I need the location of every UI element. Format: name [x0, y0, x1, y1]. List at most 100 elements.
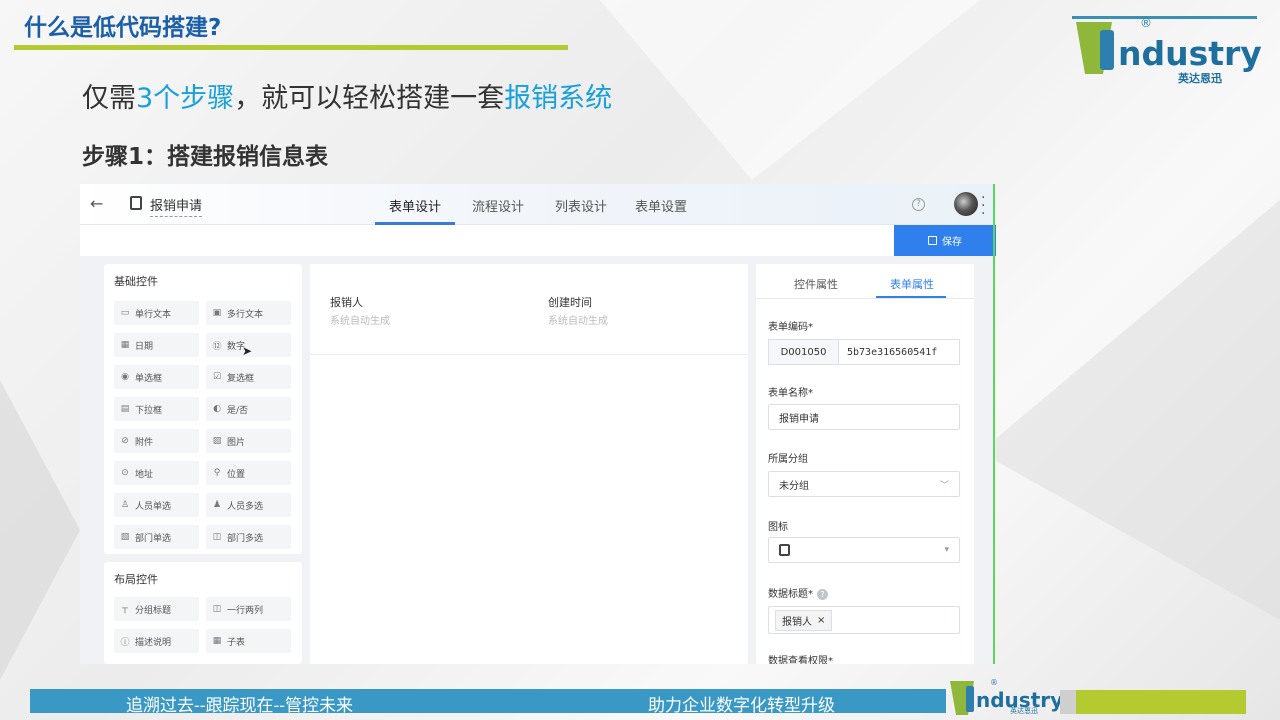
- control-dropdown[interactable]: ▤ 下拉框: [114, 397, 199, 421]
- tab-form-properties[interactable]: 表单属性: [890, 276, 934, 292]
- control-address[interactable]: ⊙ 地址: [114, 461, 199, 485]
- divider: [756, 298, 974, 299]
- control-user-single[interactable]: ♙ 人员单选: [114, 493, 199, 517]
- form-canvas[interactable]: 报销人 系统自动生成 创建时间 系统自动生成: [310, 264, 748, 664]
- save-label: 保存: [942, 237, 962, 248]
- logo-accent-line: [1072, 16, 1257, 19]
- form-icon: [130, 196, 142, 210]
- field-placeholder: 系统自动生成: [330, 316, 390, 327]
- help-icon[interactable]: ?: [817, 589, 828, 600]
- control-radio[interactable]: ◉ 单选框: [114, 365, 199, 389]
- calendar-icon: ▦: [120, 340, 130, 350]
- number-icon: ⑫: [212, 341, 222, 352]
- mouse-cursor-icon: ➤: [242, 344, 253, 358]
- app-name[interactable]: 报销申请: [150, 195, 203, 217]
- save-icon: [928, 236, 937, 245]
- control-description[interactable]: ⓘ 描述说明: [114, 629, 199, 653]
- control-multi-line-text[interactable]: ▣ 多行文本: [206, 301, 291, 325]
- field-label[interactable]: 报销人: [330, 294, 363, 310]
- control-two-columns[interactable]: ◫ 一行两列: [206, 597, 291, 621]
- tab-form-design[interactable]: 表单设计: [389, 196, 441, 215]
- active-tab-indicator: [876, 296, 946, 298]
- form-designer-screenshot: ← 报销申请 表单设计 流程设计 列表设计 表单设置 ? · · · 保存 基础控件…: [80, 184, 996, 664]
- footer-accent-green: [1076, 690, 1246, 714]
- control-date[interactable]: ▦ 日期: [114, 333, 199, 357]
- avatar[interactable]: [954, 192, 978, 216]
- control-user-multi[interactable]: ♟ 人员多选: [206, 493, 291, 517]
- field-label[interactable]: 创建时间: [548, 294, 592, 310]
- footer-slogan-right: 助力企业数字化转型升级: [648, 696, 835, 716]
- step-title: 步骤1：搭建报销信息表: [82, 144, 329, 170]
- control-label: 描述说明: [135, 637, 172, 648]
- control-label: 地址: [135, 469, 154, 480]
- control-label: 分组标题: [135, 605, 172, 616]
- paperclip-icon: ⊘: [121, 436, 129, 446]
- tab-flow-design[interactable]: 流程设计: [472, 196, 524, 215]
- footer-bar: 追溯过去--跟踪现在--管控未来 助力企业数字化转型升级: [30, 689, 946, 716]
- control-label: 单行文本: [135, 309, 172, 320]
- form-code-field[interactable]: 5b73e316560541f: [838, 339, 960, 365]
- text-field-icon: ▭: [120, 308, 130, 318]
- form-code-label: 表单编码*: [768, 322, 813, 333]
- footer-accent-gray: [1060, 690, 1076, 714]
- form-code-prefix: D001050: [768, 339, 838, 365]
- control-yes-no[interactable]: ◐ 是/否: [206, 397, 291, 421]
- control-dept-single[interactable]: ▧ 部门单选: [114, 525, 199, 549]
- title-underline: [14, 45, 568, 50]
- close-icon[interactable]: ×: [817, 615, 825, 626]
- control-label: 日期: [135, 341, 154, 352]
- basic-controls-title: 基础控件: [114, 275, 158, 288]
- control-image[interactable]: ▨ 图片: [206, 429, 291, 453]
- form-icon: [779, 544, 790, 556]
- control-attachment[interactable]: ⊘ 附件: [114, 429, 199, 453]
- info-icon: ⓘ: [120, 637, 130, 648]
- layout-controls-title: 布局控件: [114, 573, 158, 586]
- control-group-title[interactable]: ┬ 分组标题: [114, 597, 199, 621]
- users-icon: ♟: [212, 500, 222, 510]
- logo-wordmark: ndustry: [1118, 34, 1262, 73]
- control-single-line-text[interactable]: ▭ 单行文本: [114, 301, 199, 325]
- data-title-label: 数据标题*?: [768, 585, 828, 600]
- group-select[interactable]: 未分组 ﹀: [768, 471, 960, 497]
- tab-list-design[interactable]: 列表设计: [555, 196, 607, 215]
- data-title-tag[interactable]: 报销人 ×: [775, 609, 833, 631]
- group-label: 所属分组: [768, 454, 808, 465]
- tab-form-settings[interactable]: 表单设置: [635, 196, 687, 215]
- dropdown-icon: ▤: [120, 404, 130, 414]
- view-permission-label: 数据查看权限*: [768, 656, 833, 664]
- footer-logo-chinese-name: 英达恩迅: [1010, 707, 1038, 715]
- control-label: 是/否: [227, 405, 249, 416]
- background-shard: [600, 0, 980, 180]
- form-name-field[interactable]: 报销申请: [768, 404, 960, 430]
- subtitle-highlight: 3个步骤: [136, 83, 235, 114]
- control-label: 一行两列: [227, 605, 264, 616]
- location-icon: ⚲: [213, 468, 221, 478]
- icon-label: 图标: [768, 522, 788, 533]
- control-label: 下拉框: [135, 405, 163, 416]
- back-arrow-icon[interactable]: ←: [90, 194, 103, 213]
- control-label: 多行文本: [227, 309, 264, 320]
- control-label: 部门单选: [135, 533, 172, 544]
- data-title-text: 数据标题*: [768, 589, 813, 600]
- data-title-field[interactable]: 报销人 ×: [768, 606, 960, 634]
- field-placeholder: 系统自动生成: [548, 316, 608, 327]
- tab-control-properties[interactable]: 控件属性: [794, 276, 838, 292]
- save-button[interactable]: 保存: [894, 225, 996, 256]
- control-checkbox[interactable]: ☑ 复选框: [206, 365, 291, 389]
- map-pin-icon: ⊙: [121, 468, 129, 478]
- basic-controls-panel: 基础控件 ▭ 单行文本 ▣ 多行文本 ▦ 日期 ⑫ 数字 ◉ 单选框 ☑ 复选框 ▤ 下拉框 …: [104, 264, 302, 554]
- icon-select[interactable]: ▾: [768, 537, 960, 563]
- background-shard: [980, 200, 1280, 620]
- more-options-icon[interactable]: · · ·: [981, 191, 987, 221]
- control-dept-multi[interactable]: ◫ 部门多选: [206, 525, 291, 549]
- slide-title: 什么是低代码搭建?: [24, 15, 222, 41]
- subtitle-text: 仅需: [82, 83, 136, 114]
- control-subtable[interactable]: ▦ 子表: [206, 629, 291, 653]
- control-label: 人员单选: [135, 501, 172, 512]
- control-label: 单选框: [135, 373, 163, 384]
- control-location[interactable]: ⚲ 位置: [206, 461, 291, 485]
- footer-logo-letter-i: [966, 686, 974, 712]
- layout-controls-panel: 布局控件 ┬ 分组标题 ◫ 一行两列 ⓘ 描述说明 ▦ 子表: [104, 562, 302, 664]
- help-icon[interactable]: ?: [912, 198, 925, 211]
- registered-mark: ®: [1140, 16, 1152, 30]
